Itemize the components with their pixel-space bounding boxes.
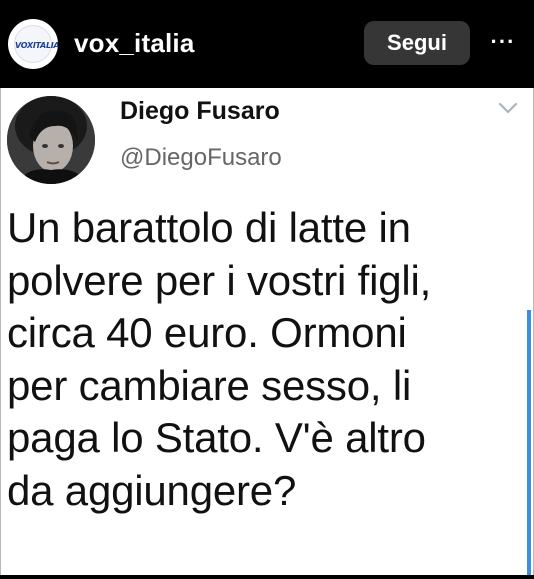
- more-options-icon[interactable]: ···: [486, 27, 520, 57]
- chevron-down-icon[interactable]: [497, 100, 519, 116]
- tweet-text: Un barattolo di latte in polvere per i v…: [7, 204, 432, 514]
- author-handle[interactable]: @DiegoFusaro: [120, 143, 282, 173]
- account-avatar[interactable]: VOXITALIA: [8, 19, 58, 69]
- account-logo: VOXITALIA: [14, 25, 58, 63]
- tweet-card: Diego Fusaro @DiegoFusaro Un barattolo d…: [0, 88, 534, 579]
- follow-button[interactable]: Segui: [364, 21, 470, 65]
- author-name[interactable]: Diego Fusaro: [120, 96, 280, 126]
- scrollbar[interactable]: [527, 310, 531, 579]
- bottom-border: [0, 575, 534, 579]
- author-photo-icon: [7, 96, 95, 184]
- post-header: VOXITALIA vox_italia Segui ···: [0, 0, 534, 88]
- account-username[interactable]: vox_italia: [74, 28, 195, 58]
- account-logo-text: VOXITALIA: [15, 41, 58, 50]
- author-avatar[interactable]: [7, 96, 95, 184]
